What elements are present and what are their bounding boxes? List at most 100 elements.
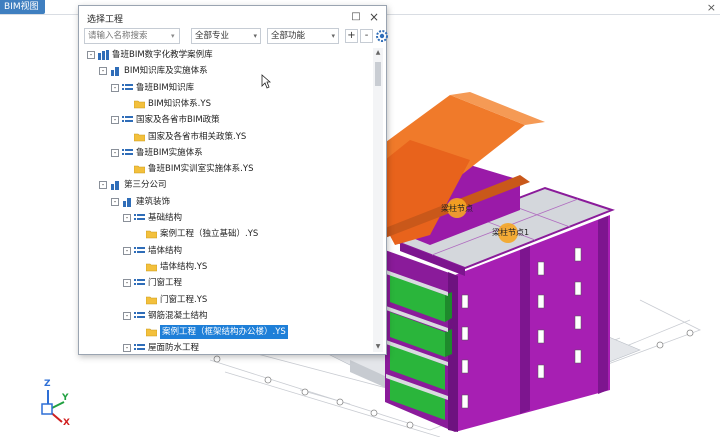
select-project-dialog: 选择工程 □ × ▾ 全部专业 ▾ 全部功能 ▾ + - -鲁班BIM数字化教学…: [78, 5, 388, 355]
tree-item[interactable]: - 屋面防水工程: [123, 341, 367, 352]
category-icon: [134, 213, 145, 223]
tree-scrollbar[interactable]: ▲ ▼: [373, 48, 383, 352]
library-icon: [98, 50, 109, 60]
axis-x-label: X: [63, 418, 70, 428]
function-select[interactable]: 全部功能 ▾: [267, 28, 339, 44]
tree-item[interactable]: - 鲁班BIM数字化教学案例库: [87, 48, 367, 62]
category-icon: [134, 343, 145, 352]
folder-icon: [133, 99, 146, 109]
scroll-down-icon[interactable]: ▼: [373, 342, 383, 352]
tree-item[interactable]: - 鲁班BIM实施体系: [111, 146, 367, 160]
tree-item[interactable]: - 建筑装饰: [111, 195, 367, 209]
tree-toggle-icon[interactable]: -: [111, 197, 119, 206]
chevron-down-icon: ▾: [331, 32, 335, 40]
search-input[interactable]: [84, 28, 180, 44]
tree-item[interactable]: - 基础结构: [123, 211, 367, 225]
tree-item[interactable]: 门窗工程.YS: [135, 293, 367, 307]
tree-item-label: 国家及各省市BIM政策: [136, 115, 220, 126]
tree-item-label: 鲁班BIM知识库: [136, 82, 195, 93]
tree-toggle-icon[interactable]: -: [123, 246, 131, 255]
restore-icon[interactable]: □: [349, 10, 363, 24]
tree-toggle-icon[interactable]: -: [123, 279, 131, 288]
mouse-cursor-icon: [261, 74, 271, 89]
tree-item[interactable]: - 钢筋混凝土结构: [123, 309, 367, 323]
tree-toggle-icon[interactable]: -: [99, 67, 107, 76]
tree-item-label: 屋面防水工程: [148, 343, 200, 352]
tree-item-label: 门窗工程.YS: [160, 294, 208, 305]
tree-toggle-icon[interactable]: -: [123, 311, 131, 320]
axis-y-label: Y: [62, 393, 69, 403]
tree-item[interactable]: 鲁班BIM实训室实施体系.YS: [123, 162, 367, 176]
folder-icon: [145, 295, 158, 305]
tree-item[interactable]: 墙体结构.YS: [135, 260, 367, 274]
tree-item-label: 鲁班BIM实训室实施体系.YS: [148, 164, 254, 175]
tree-item-label: 钢筋混凝土结构: [148, 310, 208, 321]
tree-toggle-icon[interactable]: -: [111, 116, 119, 125]
folder-icon: [133, 132, 146, 142]
dialog-close-icon[interactable]: ×: [367, 10, 381, 24]
collapse-all-button[interactable]: -: [360, 29, 373, 43]
tree-item-label: 建筑装饰: [136, 196, 171, 207]
category-icon: [134, 278, 145, 288]
expand-all-button[interactable]: +: [345, 29, 358, 43]
tree-toggle-icon[interactable]: -: [87, 51, 95, 59]
tree-item-label: 国家及各省市相关政策.YS: [148, 131, 247, 142]
axis-z-label: Z: [44, 379, 51, 389]
category-icon: [122, 115, 133, 125]
tree-item-label: BIM知识体系.YS: [148, 98, 211, 109]
tree-toggle-icon[interactable]: -: [111, 148, 119, 157]
tree-item-label: 墙体结构.YS: [160, 261, 208, 272]
tree-item[interactable]: - 第三分公司: [99, 178, 367, 192]
bim-view-tab[interactable]: BIM视图: [0, 0, 45, 14]
node-label-beam-column-1: 梁柱节点1: [492, 228, 530, 237]
tree-item-label: BIM知识库及实施体系: [124, 66, 208, 77]
scroll-thumb[interactable]: [375, 62, 381, 86]
tree-toggle-icon[interactable]: -: [99, 181, 107, 190]
tree-item-label: 鲁班BIM数字化教学案例库: [112, 50, 213, 60]
tree-item[interactable]: 案例工程（独立基础）.YS: [135, 227, 367, 241]
filter-toolbar: ▾ 全部专业 ▾ 全部功能 ▾ + -: [84, 28, 388, 44]
discipline-select-value: 全部专业: [195, 31, 230, 41]
tree-item-label: 案例工程（独立基础）.YS: [160, 229, 259, 240]
tree-item[interactable]: - 门窗工程: [123, 276, 367, 290]
dialog-title: 选择工程: [87, 15, 124, 25]
tree-toggle-icon[interactable]: -: [123, 214, 131, 222]
tree-item-label: 鲁班BIM实施体系: [136, 147, 203, 158]
folder-icon: [145, 229, 158, 239]
gear-icon[interactable]: [374, 28, 390, 44]
tree-item-label: 门窗工程: [148, 278, 183, 289]
category-icon: [122, 83, 133, 93]
category-icon: [134, 246, 145, 256]
company-icon: [122, 197, 133, 207]
tree-item-label: 基础结构: [148, 213, 183, 223]
folder-icon: [145, 262, 158, 272]
company-icon: [110, 180, 121, 191]
tab-close-icon[interactable]: ×: [707, 2, 716, 13]
far-column: [598, 216, 608, 394]
tree-item-label: 案例工程（框架结构办公楼）.YS: [160, 325, 288, 340]
tree-toggle-icon[interactable]: -: [111, 83, 119, 92]
tree-item[interactable]: - 墙体结构: [123, 244, 367, 258]
search-dropdown-icon[interactable]: ▾: [171, 28, 175, 44]
tree-item-label: 墙体结构: [148, 245, 183, 256]
scroll-up-icon[interactable]: ▲: [373, 48, 383, 58]
node-label-beam-column: 梁柱节点: [441, 204, 473, 213]
chevron-down-icon: ▾: [253, 32, 257, 40]
project-tree: - 鲁班BIM数字化教学案例库 - BIM知识库及实施体系 - 鲁班BIM知识库 BIM知识…: [83, 48, 369, 352]
tree-item[interactable]: - BIM知识库及实施体系: [99, 64, 367, 78]
folder-icon: [145, 327, 158, 337]
tree-item[interactable]: 国家及各省市相关政策.YS: [123, 130, 367, 144]
category-icon: [122, 148, 133, 158]
discipline-select[interactable]: 全部专业 ▾: [191, 28, 261, 44]
tree-item[interactable]: - 鲁班BIM知识库: [111, 81, 367, 95]
tree-item-label: 第三分公司: [124, 180, 167, 191]
category-icon: [134, 311, 145, 321]
right-column: [520, 246, 530, 414]
folder-icon: [133, 164, 146, 174]
tree-item[interactable]: BIM知识体系.YS: [123, 97, 367, 111]
tree-toggle-icon[interactable]: -: [123, 344, 131, 352]
tree-item[interactable]: - 国家及各省市BIM政策: [111, 113, 367, 127]
bim-viewer-window: { "tab": {"label": "BIM视图", "close_glyph…: [0, 0, 720, 437]
axis-gizmo: [41, 390, 65, 423]
tree-item[interactable]: 案例工程（框架结构办公楼）.YS: [135, 325, 367, 340]
